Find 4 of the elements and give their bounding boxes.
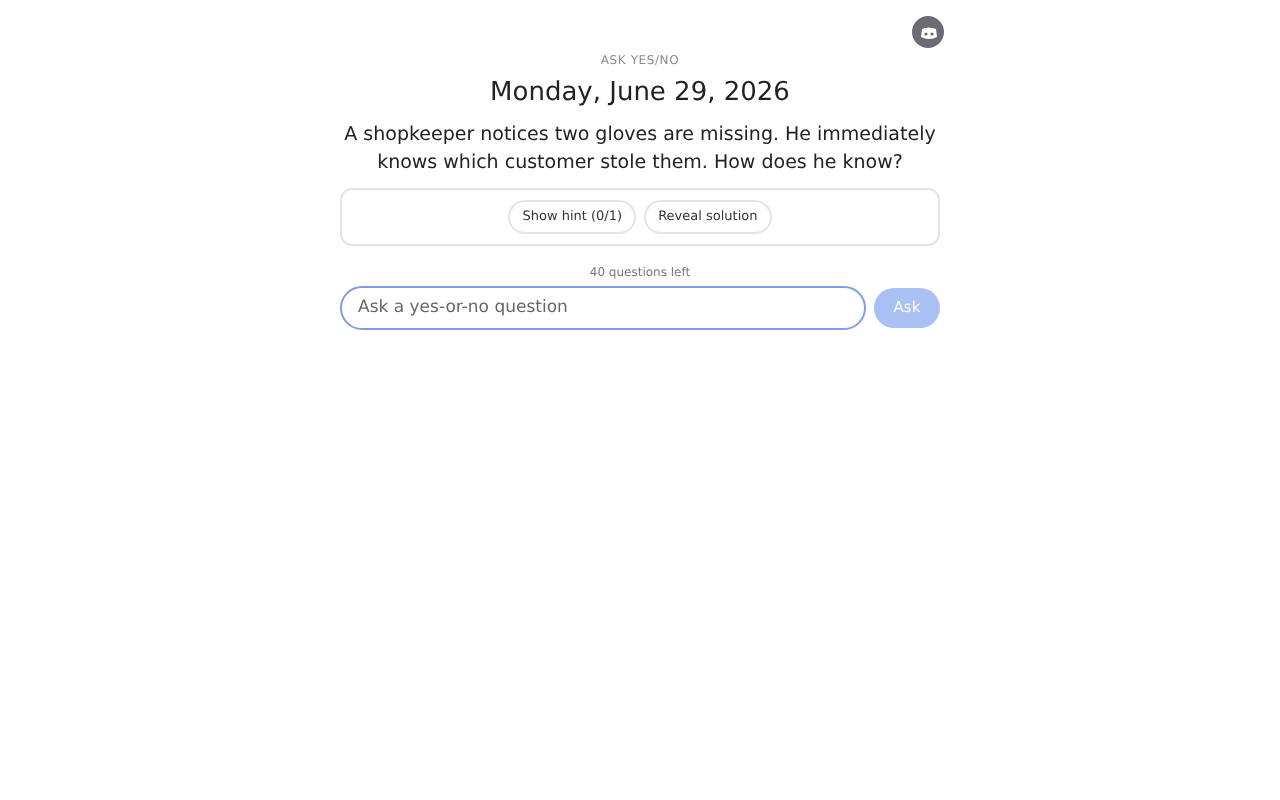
puzzle-text: A shopkeeper notices two gloves are missing. He immediately knows which customer stole them. How does he know?	[342, 122, 938, 178]
question-field[interactable]: Ask a yes-or-no question	[340, 286, 866, 330]
discord-icon[interactable]	[912, 16, 944, 48]
date-heading: Monday, June 29, 2026	[490, 76, 790, 112]
